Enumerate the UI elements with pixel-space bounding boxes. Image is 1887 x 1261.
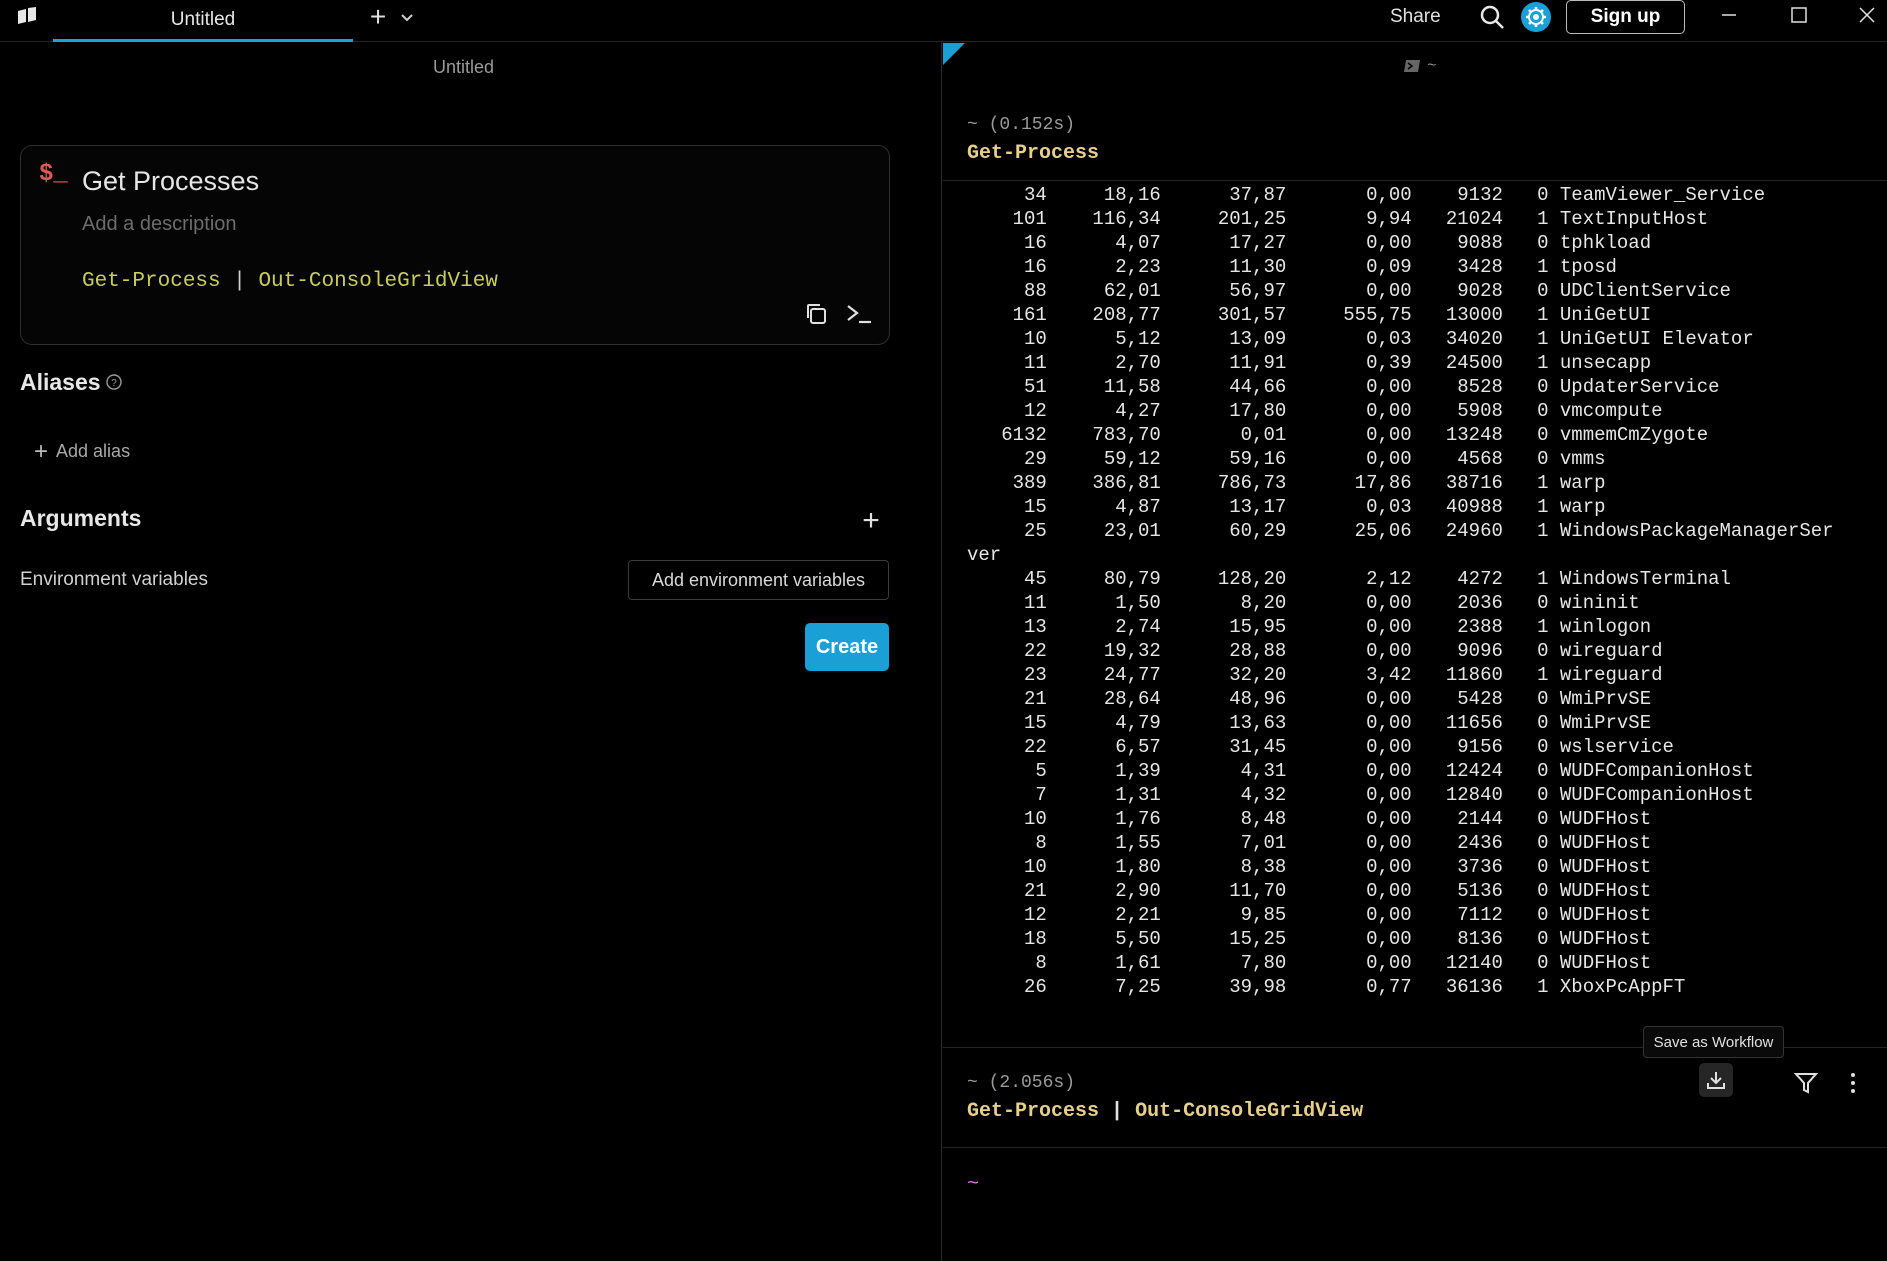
output-line: 12 4,27 17,80 0,00 5908 0 vmcompute — [967, 400, 1663, 422]
create-button[interactable]: Create — [805, 623, 889, 671]
maximize-icon[interactable] — [1788, 4, 1810, 26]
gear-icon — [1526, 7, 1546, 27]
output-line: 7 1,31 4,32 0,00 12840 0 WUDFCompanionHo… — [967, 784, 1754, 806]
copy-icon[interactable] — [803, 301, 829, 327]
output-line: 161 208,77 301,57 555,75 13000 1 UniGetU… — [967, 304, 1652, 326]
save-as-workflow-button[interactable] — [1699, 1063, 1733, 1097]
kebab-icon — [1851, 1073, 1855, 1093]
aliases-heading: Aliases — [20, 369, 101, 395]
output-line: 22 19,32 28,88 0,00 9096 0 wireguard — [967, 640, 1663, 662]
add-alias-label: Add alias — [56, 441, 131, 461]
output-line: 18 5,50 15,25 0,00 8136 0 WUDFHost — [967, 928, 1652, 950]
terminal-header: ~ — [1403, 57, 1437, 75]
plus-icon: + — [862, 504, 880, 537]
output-line: 6132 783,70 0,01 0,00 13248 0 vmmemCmZyg… — [967, 424, 1709, 446]
add-env-vars-button[interactable]: Add environment variables — [628, 560, 889, 600]
env-vars-label: Environment variables — [20, 569, 208, 590]
block-meta: ~ (0.152s) — [967, 115, 1076, 135]
output-line: 23 24,77 32,20 3,42 11860 1 wireguard — [967, 664, 1663, 686]
output-line: 45 80,79 128,20 2,12 4272 1 WindowsTermi… — [967, 568, 1731, 590]
output-line: 16 2,23 11,30 0,09 3428 1 tposd — [967, 256, 1617, 278]
workflow-command-input[interactable]: Get-Process | Out-ConsoleGridView — [82, 270, 498, 293]
plus-icon: + — [369, 1, 387, 32]
command-part: Get-Process — [82, 270, 221, 293]
sign-up-button[interactable]: Sign up — [1566, 0, 1685, 34]
workflow-name-input[interactable]: Get Processes — [82, 166, 259, 197]
app-icon[interactable] — [16, 7, 38, 25]
output-line: 15 4,87 13,17 0,03 40988 1 warp — [967, 496, 1606, 518]
dollar-prompt-icon: $_ — [39, 161, 68, 188]
command-part: Get-Process — [967, 1100, 1100, 1123]
chevron-down-icon[interactable] — [398, 9, 416, 27]
workflow-description-input[interactable]: Add a description — [82, 213, 237, 236]
output-line: 10 1,80 8,38 0,00 3736 0 WUDFHost — [967, 856, 1652, 878]
output-line: 26 7,25 39,98 0,77 36136 1 XboxPcAppFT — [967, 976, 1686, 998]
terminal-cwd: ~ — [1427, 57, 1437, 75]
output-line: 389 386,81 786,73 17,86 38716 1 warp — [967, 472, 1606, 494]
new-tab-button[interactable]: + — [364, 1, 392, 32]
output-line: ver — [967, 544, 1002, 566]
output-line: 15 4,79 13,63 0,00 11656 0 WmiPrvSE — [967, 712, 1652, 734]
output-line: 88 62,01 56,97 0,00 9028 0 UDClientServi… — [967, 280, 1731, 302]
output-line: 5 1,39 4,31 0,00 12424 0 WUDFCompanionHo… — [967, 760, 1754, 782]
output-line: 10 1,76 8,48 0,00 2144 0 WUDFHost — [967, 808, 1652, 830]
output-line: 13 2,74 15,95 0,00 2388 1 winlogon — [967, 616, 1652, 638]
output-line: 21 28,64 48,96 0,00 5428 0 WmiPrvSE — [967, 688, 1652, 710]
output-line: 10 5,12 13,09 0,03 34020 1 UniGetUI Elev… — [967, 328, 1754, 350]
block-meta: ~ (2.056s) — [967, 1073, 1076, 1093]
output-line: 25 23,01 60,29 25,06 24960 1 WindowsPack… — [967, 520, 1834, 542]
output-line: 11 1,50 8,20 0,00 2036 0 wininit — [967, 592, 1640, 614]
block-command: Get-Process | Out-ConsoleGridView — [967, 1100, 1363, 1123]
command-pipe: | — [1111, 1100, 1124, 1123]
output-line: 22 6,57 31,45 0,00 9156 0 wslservice — [967, 736, 1674, 758]
workflow-card: $_ Get Processes Add a description Get-P… — [20, 145, 890, 345]
output-line: 21 2,90 11,70 0,00 5136 0 WUDFHost — [967, 880, 1652, 902]
save-as-workflow-tooltip: Save as Workflow — [1643, 1026, 1784, 1058]
block-divider — [943, 1147, 1887, 1148]
arguments-heading: Arguments — [20, 505, 142, 531]
block-divider — [943, 180, 1887, 181]
filter-button[interactable] — [1789, 1066, 1823, 1100]
output-line: 12 2,21 9,85 0,00 7112 0 WUDFHost — [967, 904, 1652, 926]
output-line: 51 11,58 44,66 0,00 8528 0 UpdaterServic… — [967, 376, 1720, 398]
output-line: 34 18,16 37,87 0,00 9132 0 TeamViewer_Se… — [967, 184, 1766, 206]
command-part: Out-ConsoleGridView — [258, 270, 498, 293]
save-icon — [1707, 1072, 1725, 1089]
tab-label: Untitled — [170, 8, 236, 30]
powershell-icon — [1404, 60, 1420, 72]
minimize-icon[interactable] — [1718, 4, 1740, 26]
plus-icon: + — [34, 437, 49, 465]
output-line: 29 59,12 59,16 0,00 4568 0 vmms — [967, 448, 1606, 470]
active-pane-indicator — [943, 43, 965, 65]
block-menu-button[interactable] — [1836, 1066, 1870, 1100]
svg-text:?: ? — [111, 378, 117, 389]
search-icon[interactable] — [1479, 4, 1505, 30]
tab-untitled[interactable]: Untitled — [53, 0, 353, 42]
help-icon[interactable]: ? — [105, 373, 123, 391]
output-line: 101 116,34 201,25 9,94 21024 1 TextInput… — [967, 208, 1709, 230]
output-line: 8 1,55 7,01 0,00 2436 0 WUDFHost — [967, 832, 1652, 854]
command-part: Out-ConsoleGridView — [1135, 1100, 1364, 1123]
pane-title: Untitled — [432, 57, 495, 77]
output-line: 8 1,61 7,80 0,00 12140 0 WUDFHost — [967, 952, 1652, 974]
add-argument-button[interactable]: + — [858, 506, 884, 536]
close-icon[interactable] — [1856, 4, 1878, 26]
workflow-editor-pane: Untitled $_ Get Processes Add a descript… — [0, 43, 942, 1261]
title-bar: Untitled + Share Sign up — [0, 0, 1887, 42]
output-line: 16 4,07 17,27 0,00 9088 0 tphkload — [967, 232, 1652, 254]
add-alias-button[interactable]: + Add alias — [34, 437, 131, 465]
command-pipe: | — [233, 270, 246, 293]
command-output: 34 18,16 37,87 0,00 9132 0 TeamViewer_Se… — [967, 183, 1882, 999]
terminal-icon[interactable] — [845, 301, 873, 327]
filter-icon — [1794, 1073, 1818, 1094]
terminal-pane: ~ ~ (0.152s) Get-Process 34 18,16 37,87 … — [943, 43, 1887, 1261]
settings-button[interactable] — [1521, 2, 1551, 32]
output-line: 11 2,70 11,91 0,39 24500 1 unsecapp — [967, 352, 1652, 374]
terminal-prompt[interactable]: ~ — [967, 1173, 979, 1196]
share-button[interactable]: Share — [1390, 6, 1441, 28]
block-command: Get-Process — [967, 142, 1100, 165]
